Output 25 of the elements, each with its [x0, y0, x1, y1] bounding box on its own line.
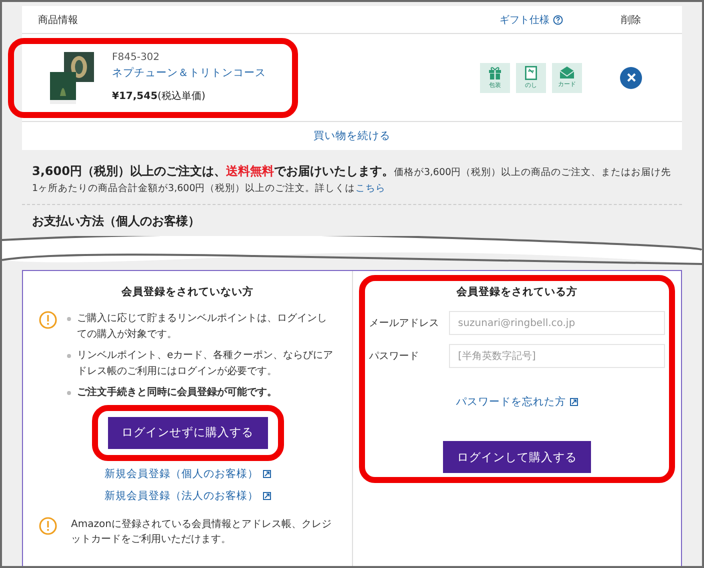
section-title: 会員登録をされていない方 — [122, 285, 254, 300]
continue-shopping-link[interactable]: 買い物を続ける — [314, 129, 390, 143]
register-link[interactable]: 新規会員登録（個人のお客様） — [104, 466, 270, 481]
note-text: Amazonに登録されている会員情報とアドレス帳、クレジットカードをご利用いただけます。 — [71, 518, 332, 548]
column-header[interactable]: ギフト仕様 — [500, 12, 562, 26]
section-heading: お支払い方法（個人のお客様） — [32, 213, 201, 230]
register-link[interactable]: 新規会員登録（法人のお客様） — [104, 488, 270, 503]
login-purchase-button[interactable]: ログインして購入する — [443, 441, 591, 474]
details-link[interactable]: こちら — [355, 183, 386, 194]
note-text: ご購入に応じて貯まるリンベルポイントは、ログインしての購入が対象です。 — [77, 312, 328, 342]
product-name-link[interactable]: ネプチューン＆トリトンコース — [112, 66, 266, 80]
field-label: パスワード — [369, 350, 420, 364]
guest-purchase-button[interactable]: ログインせずに購入する — [108, 416, 268, 449]
shipping-notice: 3,600円（税別）以上のご注文は、送料無料でお届けいたします。価格が3,600円（税別）以上の商品のご注文、またはお届け先1ヶ所あたりの商品合計金額が3,600円（税別）以上のご注文。詳しくは こちら — [22, 162, 682, 206]
note-text: リンベルポイント、eカード、各種クーポン、ならびにアドレス帳のご利用にはログインが必要です。 — [77, 349, 334, 379]
column-header: 削除 — [621, 14, 641, 26]
section-title: 会員登録をされている方 — [456, 285, 578, 300]
input-field[interactable]: suzunari@ringbell.co.jp — [449, 311, 665, 336]
field-label: メールアドレス — [369, 317, 440, 330]
product-code: F845-302 — [112, 52, 161, 63]
input-field[interactable]: [半角英数字記号] — [449, 344, 665, 368]
forgot-password-link[interactable]: パスワードを忘れた方 — [456, 395, 578, 410]
column-header: 商品情報 — [38, 14, 78, 26]
note-text: ご注文手続きと同時に会員登録が可能です。 — [77, 385, 277, 400]
product-price: ¥17,545(税込単価) — [112, 90, 206, 103]
